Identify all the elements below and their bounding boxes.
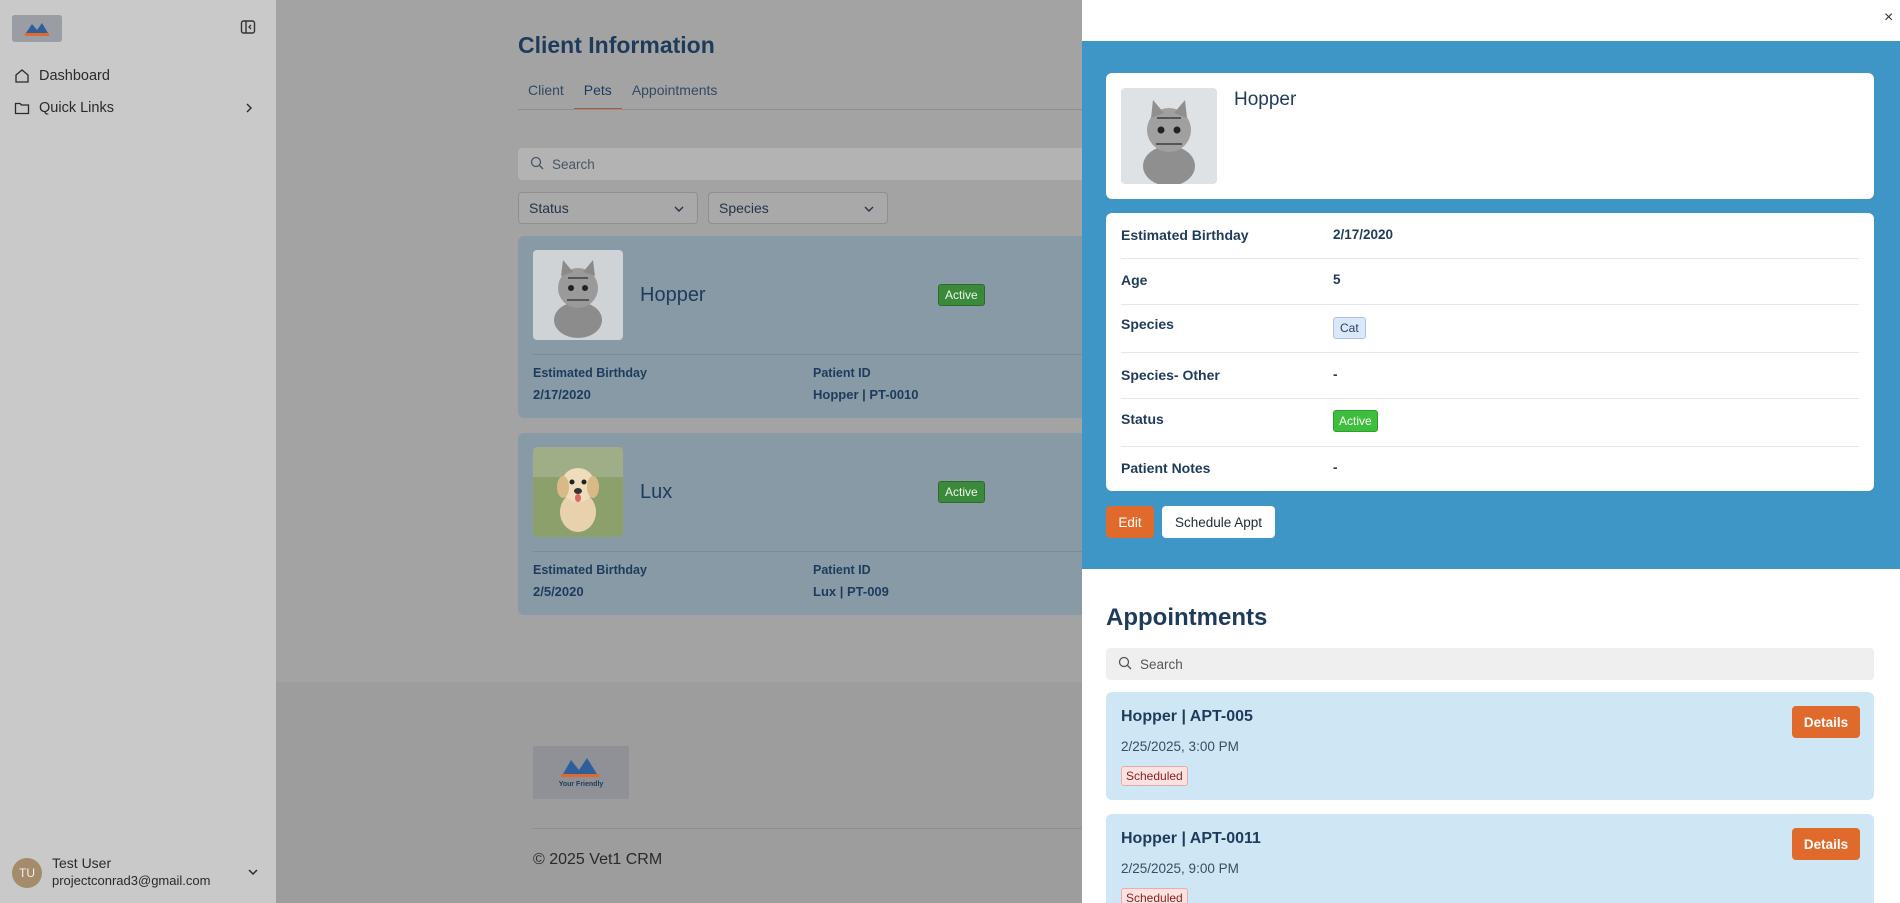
tab-bar: Client Pets Appointments xyxy=(518,80,727,110)
pet-photo-kitten xyxy=(1121,88,1217,184)
pet-details-card: Estimated Birthday 2/17/2020 Age 5 Speci… xyxy=(1106,213,1874,491)
species-chip: Cat xyxy=(1333,317,1366,339)
pet-detail-drawer: × Hopper Estimated Birthday 2/17/2020 Ag… xyxy=(1082,0,1900,903)
detail-label: Patient Notes xyxy=(1121,460,1211,476)
logo-text: Your Friendly xyxy=(559,781,604,788)
birthday-value: 2/17/2020 xyxy=(533,387,591,402)
detail-label: Species xyxy=(1121,316,1174,332)
nav-item-dashboard[interactable]: Dashboard xyxy=(14,64,260,88)
pet-hero-card: Hopper xyxy=(1106,73,1874,199)
patient-id-value: Hopper | PT-0010 xyxy=(813,387,919,402)
pet-name: Hopper xyxy=(1234,89,1297,110)
tab-pets[interactable]: Pets xyxy=(573,80,622,110)
detail-row-status: Status Active xyxy=(1121,399,1859,447)
chevron-right-icon xyxy=(242,101,256,115)
tab-client[interactable]: Client xyxy=(518,80,574,110)
pet-card-hopper[interactable]: Hopper Active Estimated Birthday 2/17/20… xyxy=(518,236,1118,418)
detail-row-species: Species Cat xyxy=(1121,305,1859,353)
detail-value: - xyxy=(1333,367,1338,382)
appointments-title: Appointments xyxy=(1106,604,1268,631)
search-icon xyxy=(1118,656,1132,673)
birthday-value: 2/5/2020 xyxy=(533,584,584,599)
detail-row-notes: Patient Notes - xyxy=(1121,447,1859,493)
avatar: TU xyxy=(12,858,42,888)
appointment-name: Hopper | APT-0011 xyxy=(1121,830,1261,847)
nav-item-label: Quick Links xyxy=(39,100,114,116)
patient-id-value: Lux | PT-009 xyxy=(813,584,889,599)
user-name: Test User xyxy=(52,855,112,871)
status-badge: Scheduled xyxy=(1121,766,1188,786)
search-placeholder: Search xyxy=(1140,656,1183,672)
appointment-search-input[interactable]: Search xyxy=(1106,648,1874,680)
appointment-card: Hopper | APT-005 2/25/2025, 3:00 PM Sche… xyxy=(1106,692,1874,800)
appointment-time: 2/25/2025, 9:00 PM xyxy=(1121,861,1239,876)
detail-label: Status xyxy=(1121,411,1164,427)
folder-icon xyxy=(14,100,30,116)
chevron-down-icon xyxy=(863,202,875,214)
divider xyxy=(533,551,1113,552)
tab-appointments[interactable]: Appointments xyxy=(622,80,728,110)
divider xyxy=(533,354,1113,355)
app-logo[interactable] xyxy=(12,15,62,42)
detail-label: Age xyxy=(1121,272,1148,288)
patient-id-label: Patient ID xyxy=(813,563,871,577)
copyright-text: © 2025 Vet1 CRM xyxy=(533,851,663,868)
birthday-label: Estimated Birthday xyxy=(533,563,647,577)
detail-value: 5 xyxy=(1333,272,1341,287)
status-badge: Scheduled xyxy=(1121,888,1188,903)
details-button[interactable]: Details xyxy=(1792,828,1860,860)
status-filter-select[interactable]: Status xyxy=(518,192,698,224)
detail-row-species-other: Species- Other - xyxy=(1121,353,1859,399)
appointment-name: Hopper | APT-005 xyxy=(1121,708,1253,725)
detail-value: - xyxy=(1333,460,1338,475)
search-icon xyxy=(530,156,544,173)
chevron-down-icon xyxy=(673,202,685,214)
status-filter-label: Status xyxy=(529,200,569,216)
home-icon xyxy=(14,68,30,84)
detail-row-birthday: Estimated Birthday 2/17/2020 xyxy=(1121,213,1859,259)
status-badge: Active xyxy=(938,481,985,503)
patient-id-label: Patient ID xyxy=(813,366,871,380)
nav-item-label: Dashboard xyxy=(39,68,110,84)
appointment-card: Hopper | APT-0011 2/25/2025, 9:00 PM Sch… xyxy=(1106,814,1874,903)
pet-card-lux[interactable]: Lux Active Estimated Birthday 2/5/2020 P… xyxy=(518,433,1118,615)
nav-item-quick-links[interactable]: Quick Links xyxy=(14,96,260,120)
detail-row-age: Age 5 xyxy=(1121,259,1859,305)
appointment-time: 2/25/2025, 3:00 PM xyxy=(1121,739,1239,754)
species-filter-select[interactable]: Species xyxy=(708,192,888,224)
pet-photo-puppy xyxy=(533,447,623,537)
pet-name: Hopper xyxy=(640,284,706,306)
birthday-label: Estimated Birthday xyxy=(533,366,647,380)
user-menu[interactable]: TU Test User projectconrad3@gmail.com xyxy=(12,855,262,891)
status-badge: Active xyxy=(938,284,985,306)
close-icon[interactable]: × xyxy=(1884,10,1900,26)
detail-label: Estimated Birthday xyxy=(1121,227,1249,243)
sidebar-collapse-icon[interactable] xyxy=(240,19,256,35)
detail-value: 2/17/2020 xyxy=(1333,227,1394,242)
details-button[interactable]: Details xyxy=(1792,706,1860,738)
status-badge: Active xyxy=(1333,410,1378,432)
page-title: Client Information xyxy=(518,32,715,58)
pet-photo-kitten xyxy=(533,250,623,340)
sidebar: Dashboard Quick Links TU Test User proje… xyxy=(0,0,276,903)
user-email: projectconrad3@gmail.com xyxy=(52,873,211,888)
schedule-appt-button[interactable]: Schedule Appt xyxy=(1162,506,1275,538)
search-placeholder: Search xyxy=(552,156,595,172)
edit-button[interactable]: Edit xyxy=(1106,506,1154,538)
footer-logo: Your Friendly xyxy=(533,746,629,799)
chevron-down-icon[interactable] xyxy=(246,865,260,879)
detail-label: Species- Other xyxy=(1121,367,1220,383)
pet-name: Lux xyxy=(640,481,673,503)
species-filter-label: Species xyxy=(719,200,769,216)
